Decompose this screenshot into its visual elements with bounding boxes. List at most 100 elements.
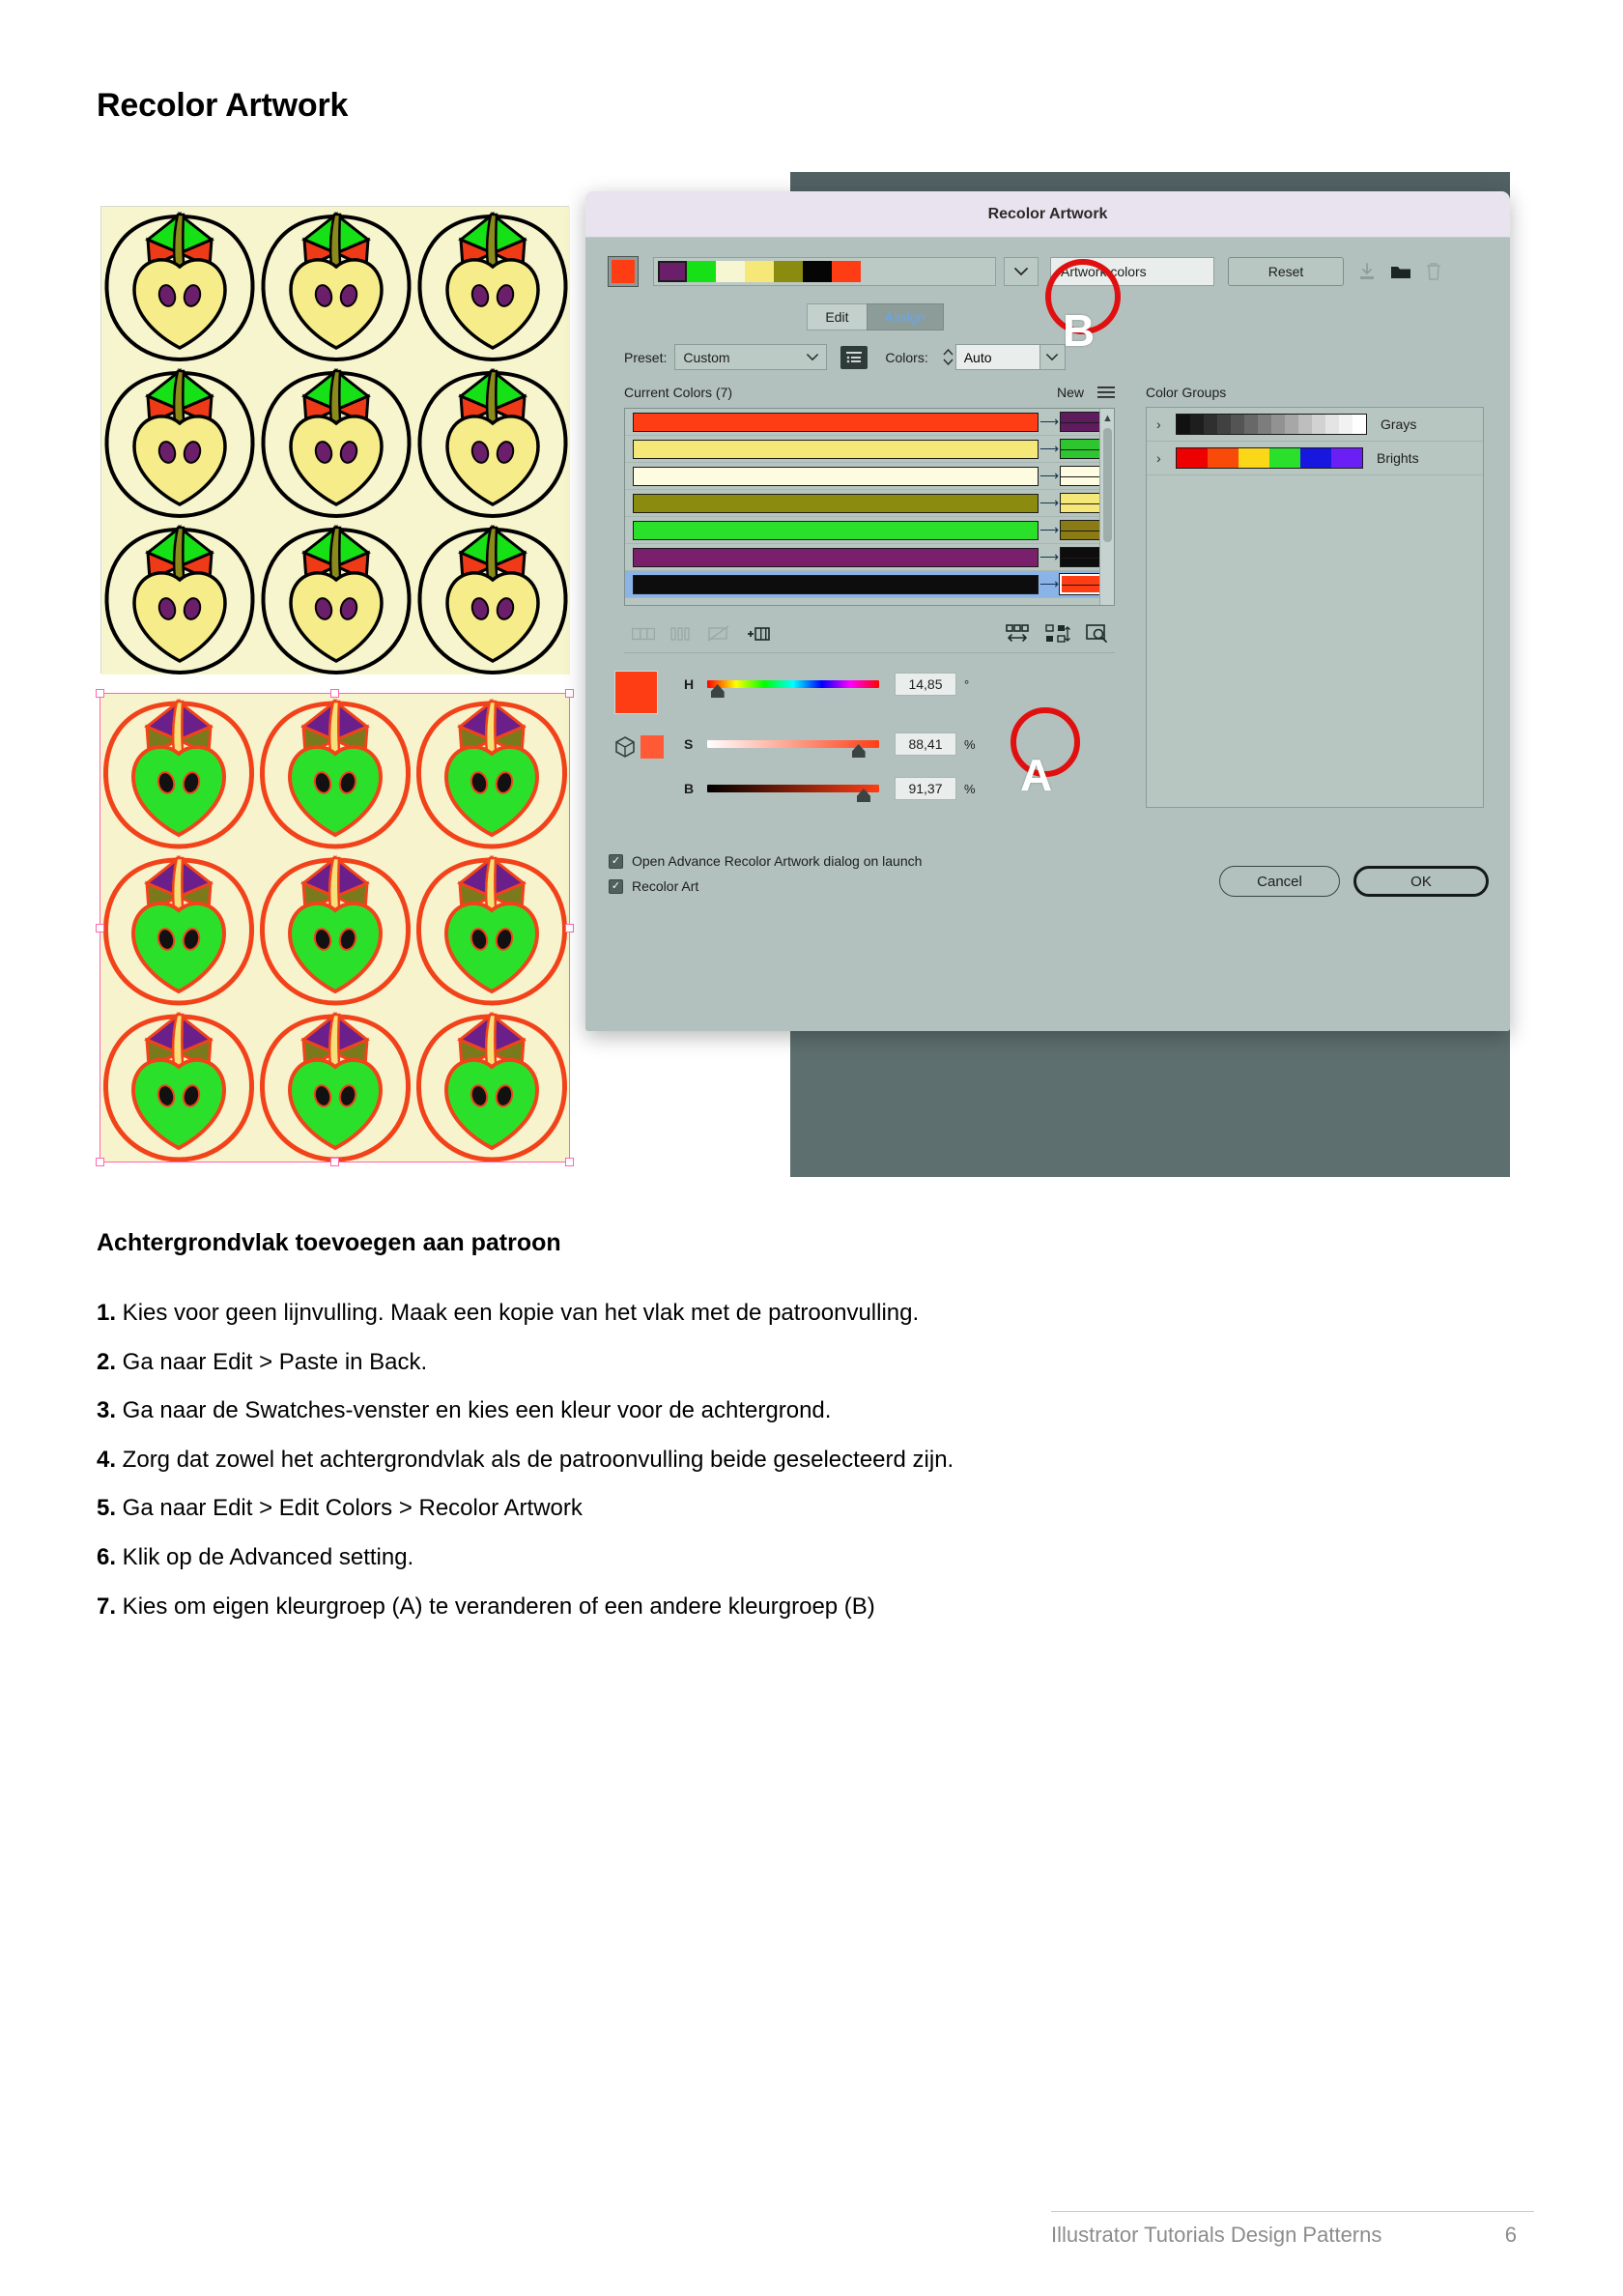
hue-value[interactable]: 14,85 (895, 673, 956, 696)
maps-to-arrow: ⟶ (1039, 468, 1060, 483)
step-number: 7. (97, 1593, 117, 1620)
saturation-value[interactable]: 88,41 (895, 732, 956, 756)
brightness-unit: % (964, 781, 976, 796)
checkbox-checked-icon[interactable]: ✓ (609, 853, 623, 869)
hue-slider-track[interactable] (707, 680, 879, 698)
merge-colors-icon[interactable] (670, 626, 692, 642)
new-column-label: New (1056, 385, 1084, 400)
saturation-row: S 88,41 % (684, 732, 978, 758)
list-options-icon (846, 351, 863, 362)
scroll-up-icon[interactable]: ▲ (1100, 413, 1114, 424)
table-row[interactable]: ⟶ (625, 463, 1114, 490)
color-group-row-brights[interactable]: › Brights (1147, 442, 1483, 475)
list-item: 5. Ga naar Edit > Edit Colors > Recolor … (97, 1495, 1449, 1522)
trash-icon[interactable] (1425, 262, 1442, 281)
tab-edit[interactable]: Edit (807, 303, 867, 330)
section-heading: Achtergrondvlak toevoegen aan patroon (97, 1229, 561, 1256)
separate-colors-icon[interactable] (632, 626, 655, 642)
chevron-right-icon[interactable]: › (1156, 416, 1176, 432)
tab-assign[interactable]: Assign (866, 303, 944, 330)
recolor-art-tool-button[interactable] (1005, 623, 1030, 644)
exclude-color-icon[interactable] (707, 624, 730, 643)
step-number: 5. (97, 1495, 117, 1522)
brightness-value[interactable]: 91,37 (895, 777, 956, 800)
option-label: Open Advance Recolor Artwork dialog on l… (632, 853, 923, 869)
footer-divider (1051, 2211, 1534, 2212)
page-root: Recolor Artwork Recolor Artwork Artwork … (0, 0, 1623, 2296)
list-item: 7. Kies om eigen kleurgroep (A) te veran… (97, 1593, 1449, 1621)
step-text: Ga naar Edit > Edit Colors > Recolor Art… (116, 1495, 583, 1522)
brightness-label: B (684, 781, 695, 796)
scrollbar-thumb[interactable] (1103, 428, 1112, 542)
page-footer: Illustrator Tutorials Design Patterns 6 (1051, 2223, 1534, 2248)
chevron-down-icon (807, 353, 819, 360)
strip-swatch (716, 261, 745, 282)
panel-menu-icon[interactable] (1097, 386, 1115, 399)
step-text: Kies om eigen kleurgroep (A) te verander… (116, 1593, 875, 1620)
save-group-icon[interactable] (1357, 262, 1377, 281)
saturation-slider-knob[interactable] (851, 744, 866, 758)
brightness-slider-knob[interactable] (856, 789, 870, 802)
table-row[interactable]: ⟶ (625, 490, 1114, 517)
color-list-scrollbar[interactable]: ▲ (1099, 409, 1114, 605)
ok-button[interactable]: OK (1353, 866, 1489, 897)
checkbox-checked-icon[interactable]: ✓ (609, 878, 623, 894)
randomize-order-icon[interactable] (1045, 623, 1070, 644)
color-group-name: Grays (1381, 416, 1417, 432)
add-color-row-icon[interactable] (746, 625, 771, 643)
color-group-name: Brights (1377, 450, 1419, 466)
step-text: Zorg dat zowel het achtergrondvlak als d… (116, 1446, 954, 1473)
cancel-button[interactable]: Cancel (1219, 866, 1340, 897)
current-color-bar (633, 520, 1039, 540)
option-recolor-art[interactable]: ✓ Recolor Art (609, 874, 922, 899)
page-number: 6 (1504, 2223, 1517, 2247)
hue-unit: ° (964, 676, 970, 692)
table-row[interactable]: ⟶ (625, 409, 1114, 436)
active-color-swatch[interactable] (608, 256, 639, 287)
colors-value-field[interactable]: Auto (954, 344, 1040, 370)
color-mode-cube-icon[interactable] (614, 736, 636, 758)
step-text: Ga naar de Swatches-venster en kies een … (116, 1397, 832, 1424)
saturation-label: S (684, 736, 694, 752)
color-group-row-grays[interactable]: › Grays (1147, 408, 1483, 442)
artwork-colors-dropdown-caret[interactable] (1004, 257, 1039, 286)
hue-row: H 14,85 ° (684, 673, 978, 698)
colors-stepper[interactable] (942, 344, 955, 370)
step-number: 3. (97, 1397, 117, 1424)
hue-slider-knob[interactable] (710, 684, 725, 698)
artwork-color-strip[interactable] (653, 257, 996, 286)
chevron-down-icon (1014, 267, 1028, 275)
color-reduction-options-button[interactable] (840, 345, 868, 369)
chevron-down-icon (1046, 353, 1059, 360)
saturation-slider-track[interactable] (707, 740, 879, 758)
dialog-body: Artwork colors Reset Edit Assign Preset:… (585, 238, 1510, 1031)
colors-dropdown-caret[interactable] (1039, 344, 1066, 370)
maps-to-arrow: ⟶ (1039, 576, 1060, 591)
current-colors-list[interactable]: ⟶ ⟶ ⟶ ⟶ ⟶ ⟶ ⟶ ▲ (624, 408, 1115, 606)
table-row[interactable]: ⟶ (625, 544, 1114, 571)
table-row-selected[interactable]: ⟶ (625, 571, 1114, 598)
table-row[interactable]: ⟶ (625, 436, 1114, 463)
preset-select[interactable]: Custom (674, 344, 828, 370)
strip-swatch (687, 261, 716, 282)
current-color-bar (633, 412, 1039, 432)
colors-label: Colors: (885, 349, 928, 365)
brightness-slider-track[interactable] (707, 785, 879, 802)
color-preview-icon[interactable] (1086, 623, 1109, 644)
step-number: 4. (97, 1446, 117, 1473)
maps-to-arrow: ⟶ (1039, 522, 1060, 537)
option-open-advance-dialog[interactable]: ✓ Open Advance Recolor Artwork dialog on… (609, 848, 922, 874)
reset-button[interactable]: Reset (1228, 257, 1344, 286)
page-title: Recolor Artwork (97, 87, 349, 124)
color-preview-swatch[interactable] (614, 671, 658, 714)
new-folder-icon[interactable] (1390, 263, 1411, 280)
current-color-bar (633, 439, 1039, 459)
maps-to-arrow: ⟶ (1039, 549, 1060, 564)
color-groups-panel[interactable]: › Grays › Brights (1146, 407, 1484, 808)
list-item: 6. Klik op de Advanced setting. (97, 1544, 1449, 1571)
table-row[interactable]: ⟶ (625, 517, 1114, 544)
option-label: Recolor Art (632, 878, 699, 894)
dialog-titlebar: Recolor Artwork (585, 191, 1510, 238)
chevron-right-icon[interactable]: › (1156, 450, 1176, 466)
secondary-color-swatch[interactable] (641, 735, 664, 759)
